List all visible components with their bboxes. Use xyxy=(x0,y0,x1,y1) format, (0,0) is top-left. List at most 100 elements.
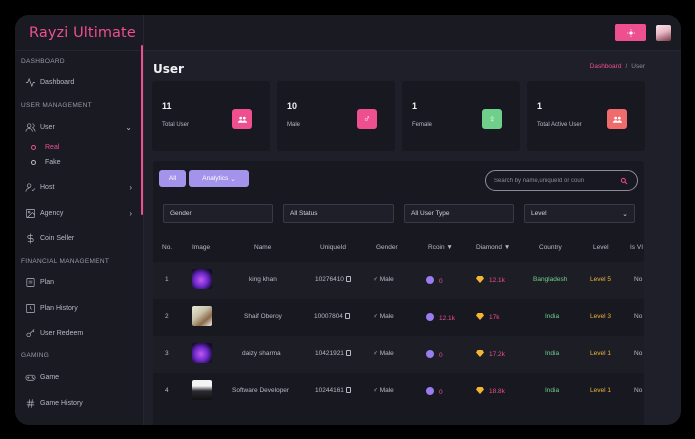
sidebar-subitem-real[interactable]: Real xyxy=(31,144,59,151)
circle-icon xyxy=(31,160,36,165)
sidebar-item-host[interactable]: Host › xyxy=(24,180,140,194)
level: Level 3 xyxy=(590,313,611,320)
copy-icon[interactable] xyxy=(344,313,350,319)
diamond-value: 12.1k xyxy=(489,277,505,284)
diamond-icon xyxy=(476,350,484,357)
diamond: 17.2k xyxy=(476,350,505,358)
device-frame: Rayzi Ultimate DASHBOARD Dashboard USER … xyxy=(0,0,695,439)
circle-icon xyxy=(31,145,36,150)
table-row[interactable] xyxy=(153,299,644,336)
file-icon xyxy=(24,276,36,288)
stat-value: 1 xyxy=(412,101,418,111)
chevron-down-icon: ⌄ xyxy=(125,122,132,132)
divider xyxy=(15,50,144,51)
user-avatar[interactable] xyxy=(192,343,212,363)
brand-logo[interactable]: Rayzi Ultimate xyxy=(29,25,136,41)
stat-value: 11 xyxy=(162,101,172,111)
gender-value: Male xyxy=(379,350,394,357)
country: India xyxy=(545,350,560,357)
user-type-filter[interactable]: All User Type xyxy=(404,204,514,223)
scroll-indicator xyxy=(141,45,143,215)
sidebar-item-agency[interactable]: Agency › xyxy=(24,206,140,220)
user-avatar[interactable] xyxy=(192,269,212,289)
avatar[interactable] xyxy=(656,25,671,41)
diamond: 12.1k xyxy=(476,276,505,284)
sidebar-subitem-fake[interactable]: Fake xyxy=(31,159,61,166)
sidebar-item-dashboard[interactable]: Dashboard xyxy=(24,75,140,89)
sidebar-item-game[interactable]: Game xyxy=(24,370,140,384)
copy-icon[interactable] xyxy=(345,387,351,393)
user-avatar[interactable] xyxy=(192,306,212,326)
col-header-name[interactable]: Name xyxy=(254,244,271,251)
stat-label: Male xyxy=(287,122,301,128)
chevron-right-icon: › xyxy=(129,182,132,192)
diamond-value: 18.8k xyxy=(489,388,505,395)
stat-value: 10 xyxy=(287,101,298,111)
col-header-no[interactable]: No. xyxy=(162,244,172,251)
col-header-image[interactable]: Image xyxy=(192,244,210,251)
col-header-isvip[interactable]: Is VI xyxy=(630,244,643,251)
user-key-icon xyxy=(24,327,36,339)
coin-icon xyxy=(426,313,434,321)
user-name: Software Developer xyxy=(232,387,290,394)
coin-icon xyxy=(426,350,434,358)
male-icon: ♂ xyxy=(373,313,380,320)
sidebar-item-game-history[interactable]: Game History xyxy=(24,396,140,410)
level: Level 1 xyxy=(590,350,611,357)
sidebar-item-label: Plan History xyxy=(40,304,78,312)
breadcrumb: Dashboard / User xyxy=(590,63,645,70)
sidebar-item-label: User xyxy=(40,123,55,131)
col-header-gender[interactable]: Gender xyxy=(376,244,398,251)
country: India xyxy=(545,313,560,320)
section-user-management: USER MANAGEMENT xyxy=(21,102,92,109)
level-select[interactable]: Level ⌄ xyxy=(524,204,635,223)
rcoin-value: 0 xyxy=(439,352,443,359)
analytics-dropdown-button[interactable]: Analytics ⌄ xyxy=(189,170,249,187)
sidebar-item-label: Host xyxy=(40,183,55,191)
stat-label: Female xyxy=(412,122,433,128)
user-avatar[interactable] xyxy=(192,380,212,400)
sidebar-item-label: Game xyxy=(40,373,60,381)
copy-icon[interactable] xyxy=(345,276,351,282)
col-header-country[interactable]: Country xyxy=(539,244,562,251)
rcoin-value: 12.1k xyxy=(439,315,455,322)
gender-filter[interactable]: Gender xyxy=(163,204,273,223)
diamond-value: 17.2k xyxy=(489,351,505,358)
stat-label: Total Active User xyxy=(537,122,582,128)
col-header-diamond[interactable]: Diamond ▼ xyxy=(476,244,510,251)
col-header-uniqueid[interactable]: UniqueId xyxy=(320,244,346,251)
rcoin: 12.1k xyxy=(426,313,455,322)
theme-toggle-button[interactable] xyxy=(615,24,646,41)
search-input[interactable] xyxy=(494,177,614,184)
col-header-level[interactable]: Level xyxy=(593,244,609,251)
sidebar-item-plan-history[interactable]: Plan History xyxy=(24,301,140,315)
sidebar-item-plan[interactable]: Plan xyxy=(24,275,140,289)
table-row[interactable] xyxy=(153,336,644,373)
sidebar-item-user-redeem[interactable]: User Redeem xyxy=(24,326,140,340)
filter-label: Gender xyxy=(170,210,192,217)
unique-id: 10421921 xyxy=(315,350,351,357)
hash-icon xyxy=(24,397,36,409)
gender-value: Male xyxy=(379,313,394,320)
sidebar-subitem-label: Fake xyxy=(45,159,61,166)
sidebar-item-label: Coin Seller xyxy=(40,234,75,242)
sidebar-item-coin-seller[interactable]: Coin Seller xyxy=(24,231,140,245)
diamond-icon xyxy=(476,313,484,320)
users-icon xyxy=(607,109,627,129)
table-row[interactable] xyxy=(153,373,644,410)
search-icon[interactable] xyxy=(620,177,628,185)
sidebar-item-user[interactable]: User ⌄ xyxy=(24,120,140,134)
dollar-icon xyxy=(24,232,36,244)
rcoin: 0 xyxy=(426,350,443,359)
status-filter[interactable]: All Status xyxy=(283,204,394,223)
gender: ♂ Male xyxy=(373,387,394,394)
country: Bangladesh xyxy=(533,276,568,283)
unique-id-value: 10421921 xyxy=(315,350,344,357)
unique-id: 10007804 xyxy=(314,313,350,320)
copy-icon[interactable] xyxy=(345,350,351,356)
col-header-rcoin[interactable]: Rcoin ▼ xyxy=(428,244,453,251)
rcoin: 0 xyxy=(426,387,443,396)
all-button[interactable]: All xyxy=(159,170,186,187)
table-row[interactable] xyxy=(153,262,644,299)
breadcrumb-dashboard-link[interactable]: Dashboard xyxy=(590,63,622,70)
